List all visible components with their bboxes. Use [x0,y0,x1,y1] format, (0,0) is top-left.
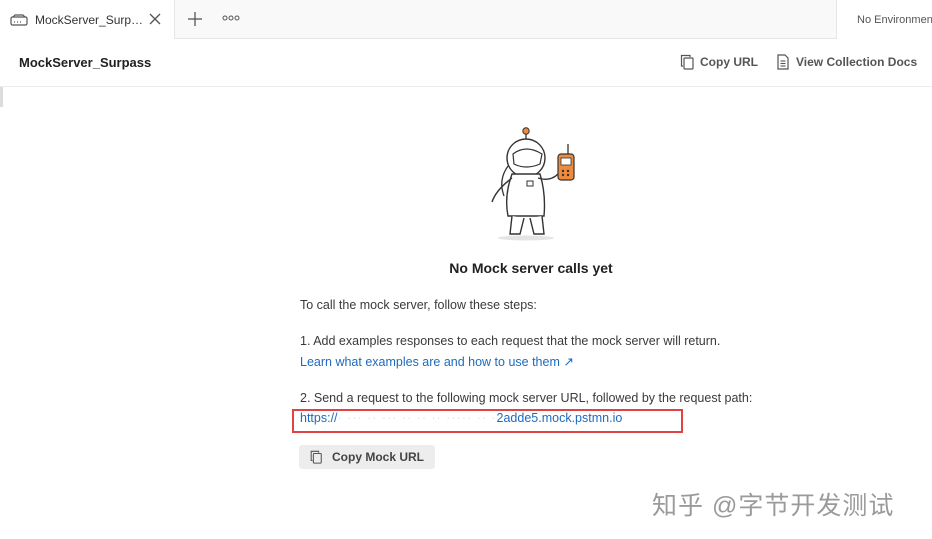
copy-url-label: Copy URL [700,55,758,69]
tab-bar: MockServer_Surpass No Environment [0,0,932,39]
collection-header: MockServer_Surpass Copy URL View Collect… [0,39,932,87]
copy-mock-url-button[interactable]: Copy Mock URL [299,445,435,469]
close-icon[interactable] [148,12,162,26]
copy-icon [309,450,323,464]
tab-label: MockServer_Surpass [35,12,145,27]
environment-selector[interactable]: No Environment [836,0,932,39]
empty-state-title: No Mock server calls yet [449,260,613,276]
plus-icon[interactable] [186,10,204,28]
url-highlight-box [292,409,683,433]
more-icon[interactable] [222,13,240,25]
astronaut-illustration [480,126,584,242]
step-2-text: 2. Send a request to the following mock … [300,391,753,405]
tab-mockserver[interactable]: MockServer_Surpass [0,0,175,39]
page-title: MockServer_Surpass [19,55,152,70]
copy-mock-url-label: Copy Mock URL [332,450,425,464]
watermark: 知乎 @字节开发测试 [652,492,895,520]
document-icon [776,54,790,70]
view-collection-docs-button[interactable]: View Collection Docs [776,54,917,70]
sidebar-edge [0,87,3,107]
copy-url-button[interactable]: Copy URL [680,54,758,70]
view-docs-label: View Collection Docs [796,55,918,69]
mock-server-icon [10,13,28,27]
learn-examples-link[interactable]: Learn what examples are and how to use t… [300,354,574,369]
copy-icon [680,54,694,70]
step-1-text: 1. Add examples responses to each reques… [300,334,721,348]
instructions-intro: To call the mock server, follow these st… [300,298,537,312]
